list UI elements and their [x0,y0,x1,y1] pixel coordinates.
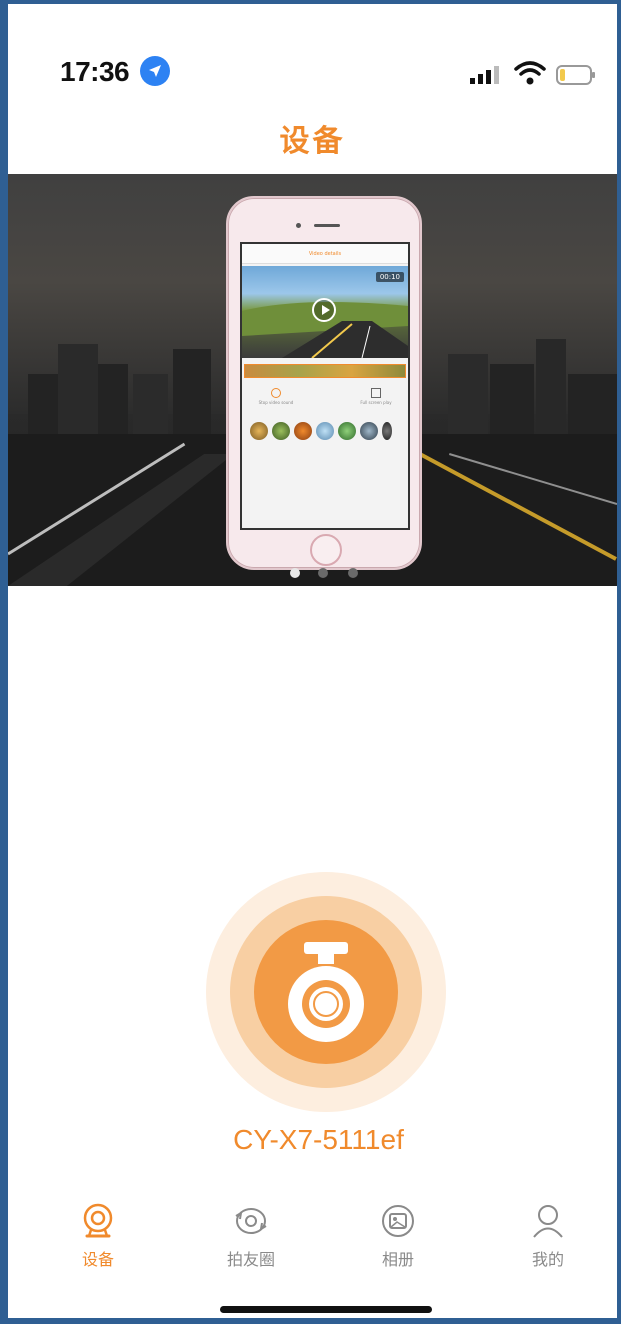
profile-icon [533,1205,563,1238]
pagination-dot-active[interactable] [290,568,300,578]
filter-thumb [316,422,334,440]
location-arrow-icon [140,56,170,86]
page-title: 设备 [279,124,346,159]
video-duration: 00:10 [375,272,404,282]
phone-screen: Video details 00:10 Stop video sound Ful… [240,242,410,530]
tab-bar: 设备 拍友圈 相册 我的 [8,1196,617,1286]
tab-album[interactable]: 相册 [338,1196,458,1276]
building-shape [98,364,128,444]
pagination-dot[interactable] [348,568,358,578]
album-icon [382,1205,414,1237]
device-connect-button[interactable] [254,920,398,1064]
filter-thumb [294,422,312,440]
cellular-signal-icon [470,66,499,84]
pagination-dot[interactable] [318,568,328,578]
status-bar: 17:36 [8,4,617,104]
mute-option: Stop video sound [246,388,306,405]
building-shape [58,344,98,444]
moments-icon [235,1208,267,1234]
phone-speaker [314,224,340,227]
battery-icon [556,65,595,85]
wifi-icon [514,61,546,85]
mute-option-label: Stop video sound [258,400,294,405]
tab-device[interactable]: 设备 [38,1196,158,1276]
video-options: Stop video sound Full screen play [242,386,408,416]
phone-screen-title: Video details [242,244,408,264]
filter-thumb [338,422,356,440]
filter-thumb [250,422,268,440]
fullscreen-option: Full screen play [346,388,406,405]
fullscreen-option-label: Full screen play [360,400,392,405]
dashcam-icon [288,942,364,1042]
video-preview: 00:10 [242,266,408,358]
filter-thumbnails [250,422,404,444]
filter-thumb [272,422,290,440]
phone-home-button [310,534,342,566]
phone-mockup: Video details 00:10 Stop video sound Ful… [226,196,422,570]
building-shape [490,364,534,444]
tab-moments[interactable]: 拍友圈 [191,1196,311,1276]
fullscreen-icon [371,388,381,398]
tab-moments-label: 拍友圈 [226,1250,275,1269]
banner-carousel[interactable]: Video details 00:10 Stop video sound Ful… [8,174,617,586]
play-icon [312,298,336,322]
building-shape [448,354,488,444]
tab-profile-label: 我的 [531,1250,564,1269]
device-name[interactable]: CY-X7-5111ef [8,1124,617,1156]
filter-thumb [360,422,378,440]
video-timeline [244,364,406,378]
home-indicator [220,1306,432,1313]
status-time: 17:36 [60,56,130,87]
building-shape [536,339,566,444]
speaker-icon [271,388,281,398]
phone-camera [296,223,301,228]
app-frame: 17:36 设备 Video details 00:10 Stop video … [0,0,621,1324]
tab-profile[interactable]: 我的 [488,1196,608,1276]
device-camera-icon [83,1203,113,1238]
tab-device-label: 设备 [81,1250,114,1269]
building-shape [173,349,211,444]
tab-album-label: 相册 [381,1250,414,1269]
filter-thumb [382,422,392,440]
